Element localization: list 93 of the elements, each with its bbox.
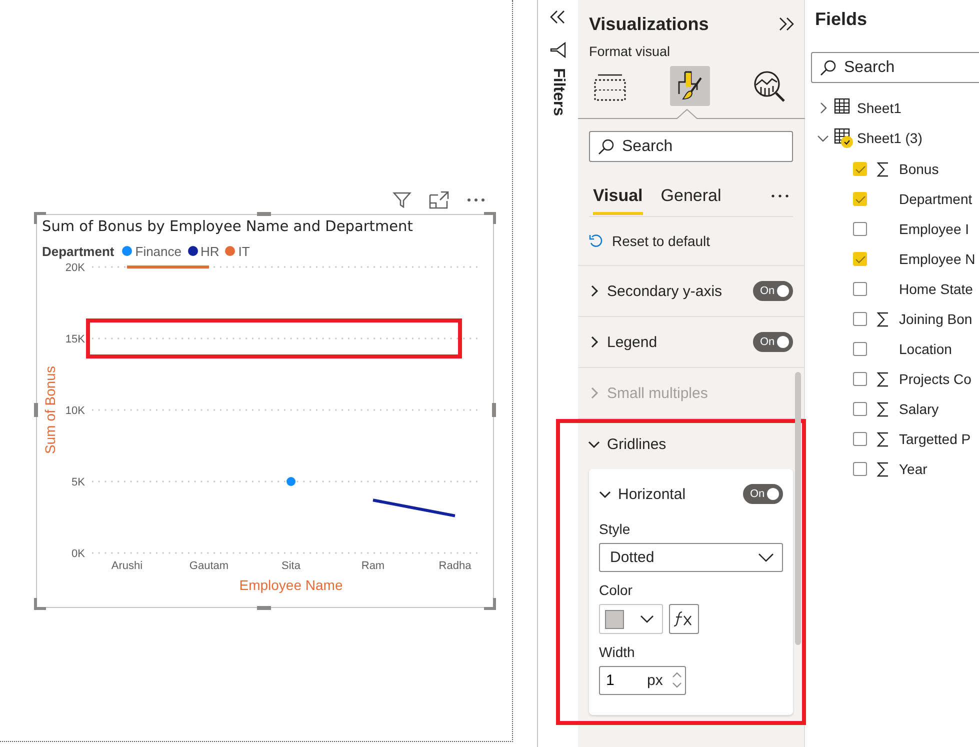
y-tick-label: 5K [72,476,85,488]
field-name[interactable]: Targetted P [899,431,971,447]
x-tick-label: Radha [438,560,472,572]
spinner-icon[interactable] [672,670,682,690]
pane-subtitle: Format visual [588,43,672,61]
field-name[interactable]: Home State [899,281,973,297]
checkbox[interactable] [853,432,867,446]
reset-to-default-button[interactable]: Reset to default [578,217,722,265]
field-name[interactable]: Salary [899,401,939,417]
checkbox[interactable] [853,372,867,386]
checkbox[interactable] [853,342,867,356]
more-options-icon[interactable] [771,194,789,198]
y-axis-title: Sum of Bonus [42,366,58,454]
search-icon [598,139,614,155]
legend-title: Department [42,244,114,258]
toggle-switch[interactable]: On [743,484,783,504]
legend-label: Finance [135,244,182,258]
search-field[interactable]: Search [811,52,979,83]
color-swatch [605,610,624,628]
pane-title: Fields [814,8,868,31]
y-tick-label: 15K [65,334,85,346]
collapse-icon[interactable] [550,10,566,24]
legend-label: HR [200,244,220,258]
tab[interactable]: Visual [593,178,643,214]
resize-handle[interactable] [484,598,496,610]
format-visual-button[interactable] [670,66,710,106]
data-point [286,477,296,486]
search-icon [820,60,836,76]
scrollbar[interactable] [795,372,801,645]
expand-icon[interactable] [778,17,794,31]
selection-notch-icon [578,109,805,119]
field-label: Color [599,582,634,598]
legend-label: IT [238,244,250,258]
section-header[interactable]: Secondary y-axis [588,282,722,300]
style-dropdown[interactable]: Dotted [599,543,783,572]
checkbox[interactable] [853,162,867,176]
toggle-switch[interactable]: On [753,332,793,352]
chart-title: Sum of Bonus by Employee Name and Department [42,219,413,235]
resize-handle[interactable] [34,598,46,610]
pane-title: Visualizations [589,14,709,34]
more-options-icon[interactable] [466,197,486,203]
magnifier-chart-icon [753,70,787,102]
resize-handle[interactable] [492,403,496,417]
filter-icon[interactable] [550,42,566,58]
field-name[interactable]: Bonus [899,161,939,177]
resize-handle[interactable] [484,212,496,224]
tab[interactable]: General [660,178,722,214]
checkbox[interactable] [853,402,867,416]
chevron-down-icon [758,552,774,562]
filter-icon[interactable] [392,190,412,210]
reset-icon [589,234,603,248]
table-icon [834,128,850,144]
field-label: Style [599,521,632,537]
x-tick-label: Arushi [111,560,143,572]
y-tick-label: 0K [72,548,85,560]
x-axis-title: Employee Name [239,577,343,593]
table-icon [834,98,850,114]
field-name[interactable]: Location [899,341,952,357]
checkbox[interactable] [853,252,867,266]
field-label: Width [599,644,636,660]
checkbox[interactable] [853,462,867,476]
table-node[interactable]: Sheet1 [817,98,902,120]
resize-handle[interactable] [257,606,271,610]
section-header[interactable]: Legend [588,334,658,350]
y-tick-label: 20K [65,262,85,274]
subsection-header[interactable]: Horizontal [599,486,686,502]
field-name[interactable]: Employee I [899,221,970,237]
x-tick-label: Ram [361,560,385,572]
field-name[interactable]: Projects Co [899,371,972,387]
checkbox[interactable] [853,282,867,296]
field-name[interactable]: Employee N [899,251,976,267]
checkbox[interactable] [853,192,867,206]
fx-icon [674,611,694,627]
chevron-down-icon [640,614,654,624]
toggle-switch[interactable]: On [753,281,793,301]
x-tick-label: Sita [282,560,300,572]
conditional-formatting-button[interactable] [669,604,699,634]
resize-handle[interactable] [257,212,271,216]
checkbox[interactable] [853,312,867,326]
unit-label: px [647,672,663,689]
filters-pane-label[interactable]: Filters [549,68,567,116]
focus-mode-icon[interactable] [429,191,449,209]
x-tick-label: Gautam [189,560,229,572]
checkbox[interactable] [853,222,867,236]
resize-handle[interactable] [34,403,38,417]
field-name[interactable]: Joining Bon [899,311,972,327]
section-header[interactable]: Gridlines [588,436,666,452]
search-field[interactable]: Search [589,131,793,162]
y-tick-label: 10K [65,405,85,417]
field-name[interactable]: Year [899,461,928,477]
field-name[interactable]: Department [899,191,972,207]
table-node[interactable]: Sheet1 (3) [817,128,922,150]
color-picker[interactable] [599,604,663,634]
